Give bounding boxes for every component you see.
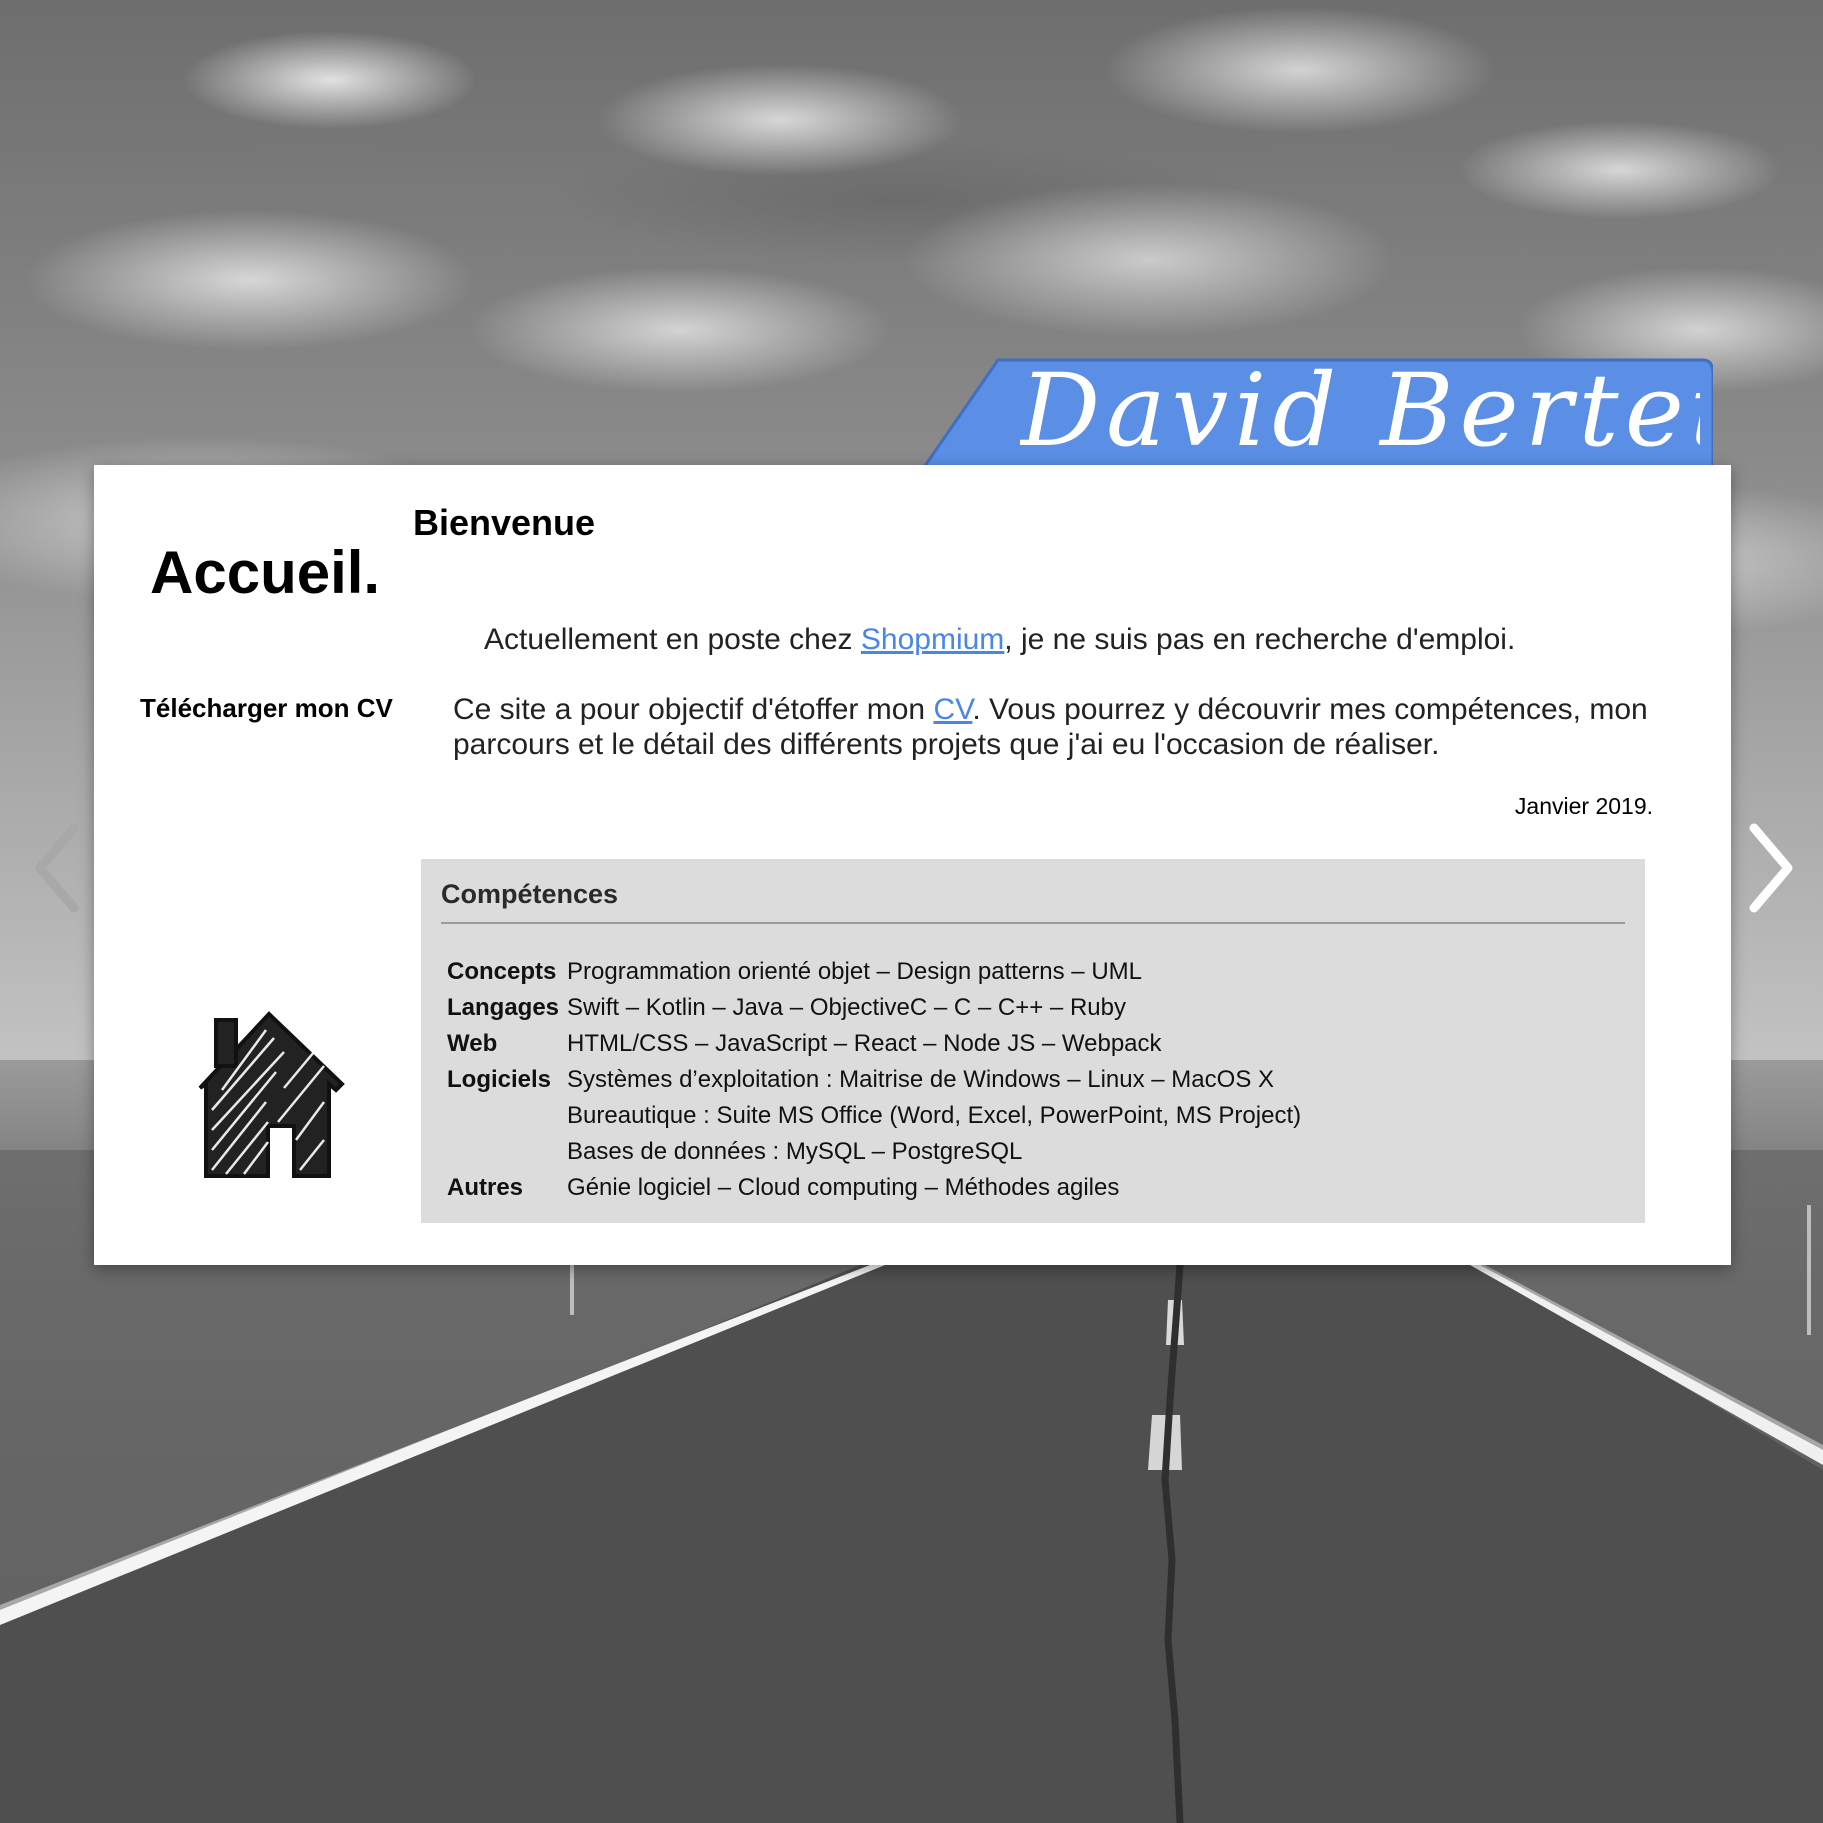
- shopmium-link[interactable]: Shopmium: [861, 623, 1004, 656]
- skills-row: Bureautique : Suite MS Office (Word, Exc…: [443, 1098, 1305, 1134]
- skill-category: Logiciels: [447, 1066, 552, 1093]
- status-text-after: , je ne suis pas en recherche d'emploi.: [1004, 623, 1516, 656]
- main-card: Accueil. Télécharger mon CV Bienvenue Ac…: [94, 465, 1731, 1265]
- skills-title: Compétences: [441, 879, 619, 909]
- skills-row: Web HTML/CSS – JavaScript – React – Node…: [443, 1026, 1305, 1062]
- page-title: Accueil.: [150, 539, 381, 606]
- skills-divider: [441, 922, 1625, 924]
- skill-value: Bureautique : Suite MS Office (Word, Exc…: [567, 1102, 1302, 1129]
- home-icon: [198, 1011, 345, 1178]
- section-title: Bienvenue: [413, 502, 596, 543]
- intro-text-before: Ce site a pour objectif d'étoffer mon: [453, 693, 934, 726]
- date-label: Janvier 2019.: [1514, 793, 1653, 819]
- skills-row: Langages Swift – Kotlin – Java – Objecti…: [443, 990, 1305, 1026]
- intro-paragraph: Ce site a pour objectif d'étoffer mon CV…: [453, 692, 1653, 762]
- skill-value: Programmation orienté objet – Design pat…: [567, 958, 1142, 985]
- skill-category: Web: [447, 1030, 498, 1057]
- chevron-right-icon[interactable]: [1740, 818, 1800, 918]
- skill-value: Swift – Kotlin – Java – ObjectiveC – C –…: [567, 994, 1126, 1021]
- skill-category: Concepts: [447, 958, 557, 985]
- chevron-left-icon[interactable]: [30, 818, 90, 918]
- download-cv-link[interactable]: Télécharger mon CV: [140, 693, 393, 724]
- status-paragraph: Actuellement en poste chez Shopmium, je …: [484, 623, 1515, 656]
- skill-category: [443, 1098, 563, 1134]
- site-owner-name[interactable]: David Bertet: [1020, 352, 1700, 470]
- status-text-before: Actuellement en poste chez: [484, 623, 861, 656]
- page-background: David Bertet Accueil. Télécharger mon CV…: [0, 0, 1823, 1823]
- skill-category: Langages: [447, 994, 560, 1021]
- cv-inline-link[interactable]: CV: [933, 693, 972, 726]
- skills-table: Concepts Programmation orienté objet – D…: [443, 954, 1305, 1206]
- skills-row: Bases de données : MySQL – PostgreSQL: [443, 1134, 1305, 1170]
- skills-panel: Compétences Concepts Programmation orien…: [421, 859, 1645, 1223]
- skills-row: Concepts Programmation orienté objet – D…: [443, 954, 1305, 990]
- skill-value: HTML/CSS – JavaScript – React – Node JS …: [567, 1030, 1162, 1057]
- skill-category: Autres: [447, 1174, 524, 1201]
- skill-value: Bases de données : MySQL – PostgreSQL: [567, 1138, 1023, 1165]
- skill-value: Génie logiciel – Cloud computing – Métho…: [567, 1174, 1120, 1201]
- skill-value: Systèmes d’exploitation : Maitrise de Wi…: [567, 1066, 1274, 1093]
- skills-row: Logiciels Systèmes d’exploitation : Mait…: [443, 1062, 1305, 1098]
- skills-row: Autres Génie logiciel – Cloud computing …: [443, 1170, 1305, 1206]
- skill-category: [443, 1134, 563, 1170]
